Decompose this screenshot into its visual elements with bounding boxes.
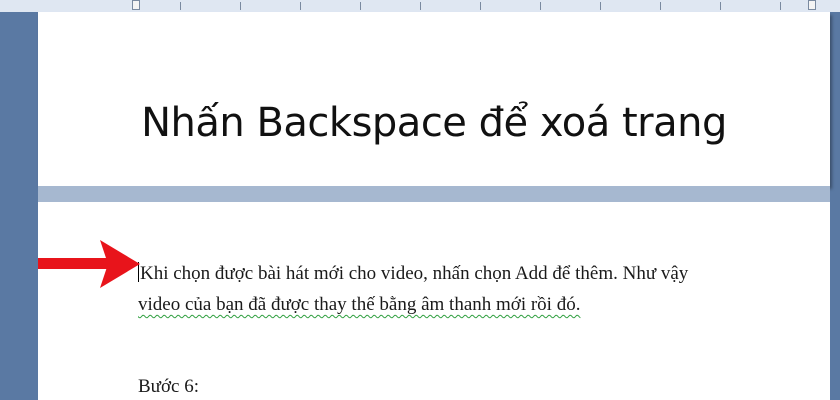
ruler-tick [360,2,361,10]
paragraph-line-1[interactable]: Khi chọn được bài hát mới cho video, nhấ… [138,258,838,289]
workspace-left-edge [0,12,38,400]
paragraph-line-1-text: Khi chọn được bài hát mới cho video, nhấ… [140,263,689,284]
document-paragraph[interactable]: Khi chọn được bài hát mới cho video, nhấ… [138,258,838,320]
ruler-tick [420,2,421,10]
right-arrow-icon [38,240,140,288]
step-heading[interactable]: Bước 6: [138,376,199,398]
ruler-tick [660,2,661,10]
ruler-tick [600,2,601,10]
indent-marker[interactable] [132,0,140,10]
ruler-tick [180,2,181,10]
ruler-tick [540,2,541,10]
caption-title: Nhấn Backspace để xoá trang [141,100,727,146]
ruler-tick [780,2,781,10]
ruler-tick [480,2,481,10]
previous-page[interactable]: Nhấn Backspace để xoá trang [38,12,830,186]
right-indent-marker[interactable] [808,0,816,10]
page-break-gap [38,186,830,202]
ruler-tick [300,2,301,10]
current-page[interactable]: Khi chọn được bài hát mới cho video, nhấ… [38,202,830,400]
workspace-right-edge [830,12,840,400]
paragraph-line-2[interactable]: video của bạn đã được thay thế bằng âm t… [138,289,838,320]
ruler-tick [240,2,241,10]
ruler-tick [720,2,721,10]
